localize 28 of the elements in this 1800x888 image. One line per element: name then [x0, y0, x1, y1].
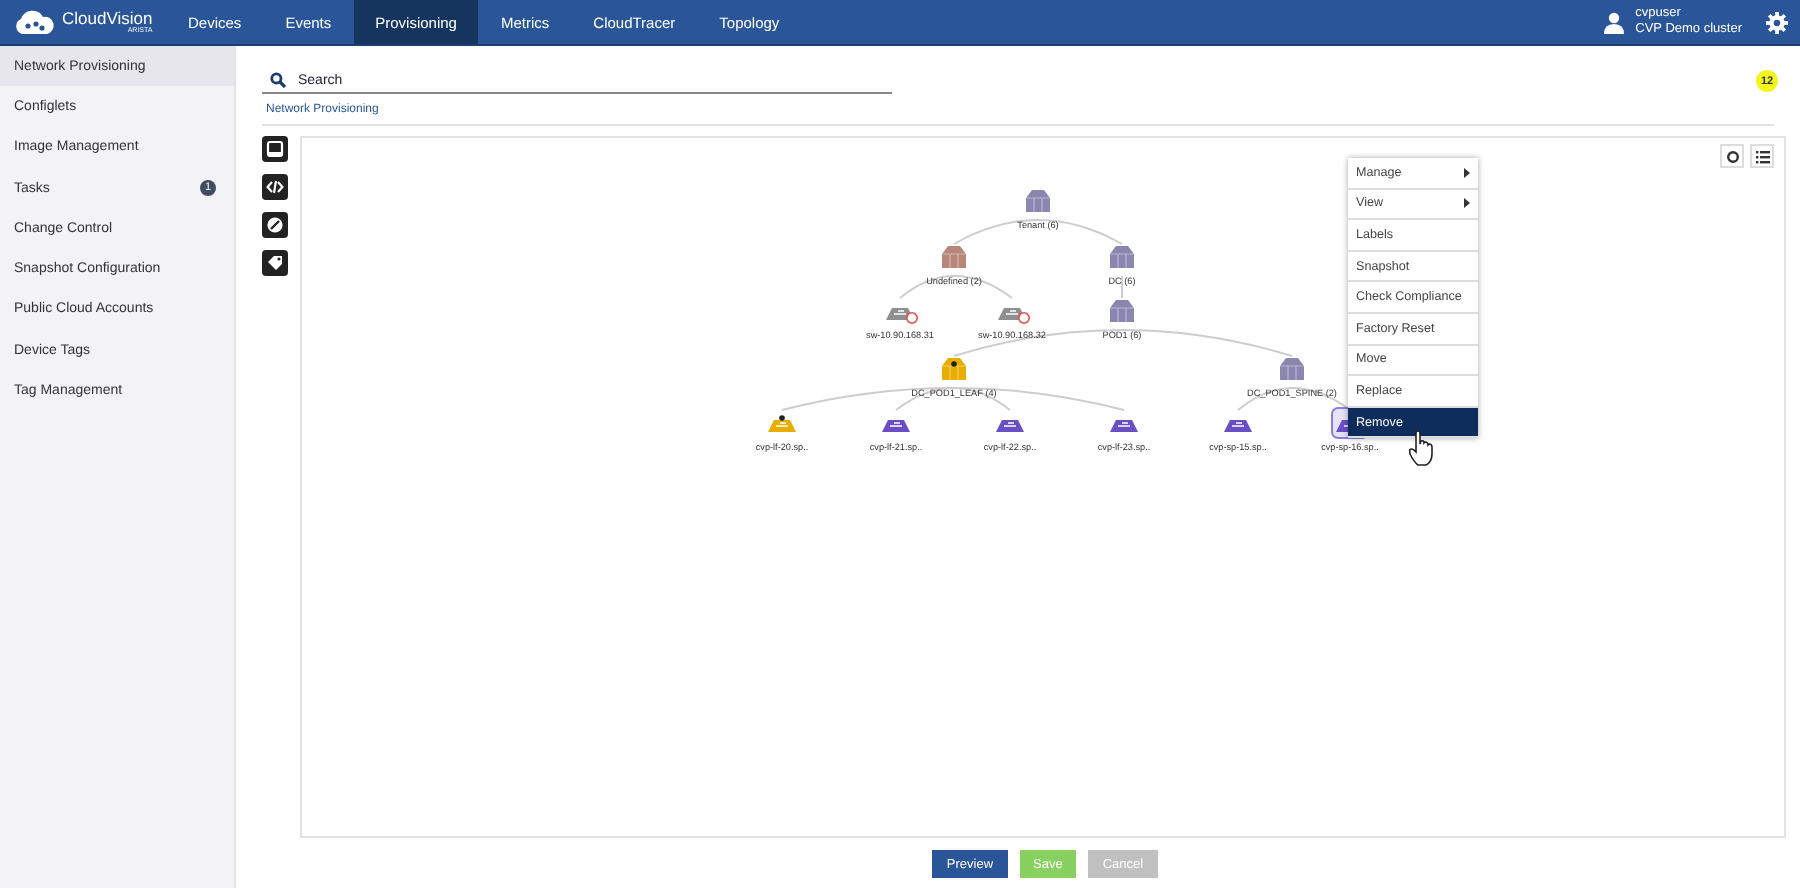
search-icon: [270, 72, 286, 88]
tree-connector: [1121, 275, 1123, 299]
settings-icon[interactable]: [1766, 11, 1788, 33]
code-tool-icon[interactable]: [262, 174, 288, 200]
container-node-icon[interactable]: [1109, 300, 1135, 323]
refresh-icon[interactable]: [1720, 144, 1744, 168]
switch-node-icon[interactable]: [996, 420, 1024, 432]
switch-node-icon[interactable]: [886, 308, 918, 324]
submenu-arrow-icon: [1464, 167, 1470, 178]
hand-cursor-icon: [1408, 430, 1436, 466]
tag-tool-icon[interactable]: [262, 250, 288, 276]
cloud-logo-icon: [12, 9, 56, 35]
container-node-icon[interactable]: [1109, 246, 1135, 269]
switch-node-icon[interactable]: [1110, 420, 1138, 432]
disc-tool-icon[interactable]: [262, 212, 288, 238]
container-node-icon[interactable]: [1025, 190, 1051, 213]
container-node-icon[interactable]: [1279, 358, 1305, 381]
switch-node-icon[interactable]: [768, 415, 796, 432]
device-tool-icon[interactable]: [262, 136, 288, 162]
switch-node-icon[interactable]: [998, 308, 1030, 324]
list-icon[interactable]: [1750, 144, 1774, 168]
submenu-arrow-icon: [1464, 198, 1470, 209]
switch-node-icon[interactable]: [882, 420, 910, 432]
user-icon: [1603, 11, 1624, 33]
container-node-icon[interactable]: [941, 358, 967, 381]
app-logo-text: CloudVision: [62, 10, 153, 27]
container-node-icon[interactable]: [941, 246, 967, 269]
switch-node-icon[interactable]: [1224, 420, 1252, 432]
